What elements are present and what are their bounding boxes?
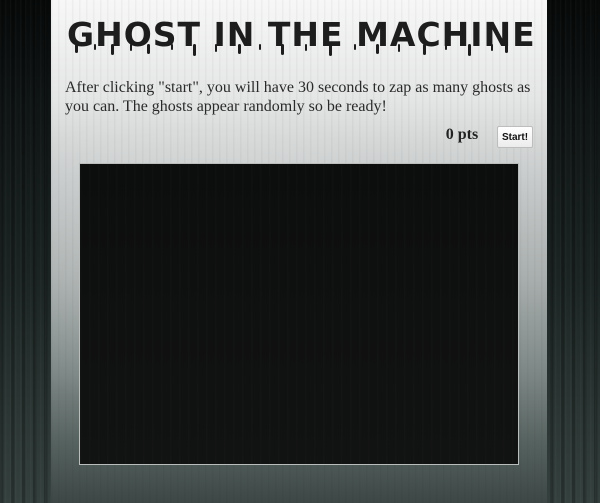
content-panel: GHOST IN THE MACHINE After clicking "sta… [51,0,547,503]
start-button[interactable]: Start! [497,126,533,148]
game-area[interactable] [79,163,519,465]
title-drips-decoration [75,44,508,56]
score-display: 0 pts [445,126,479,143]
instructions-text: After clicking "start", you will have 30… [65,79,531,115]
